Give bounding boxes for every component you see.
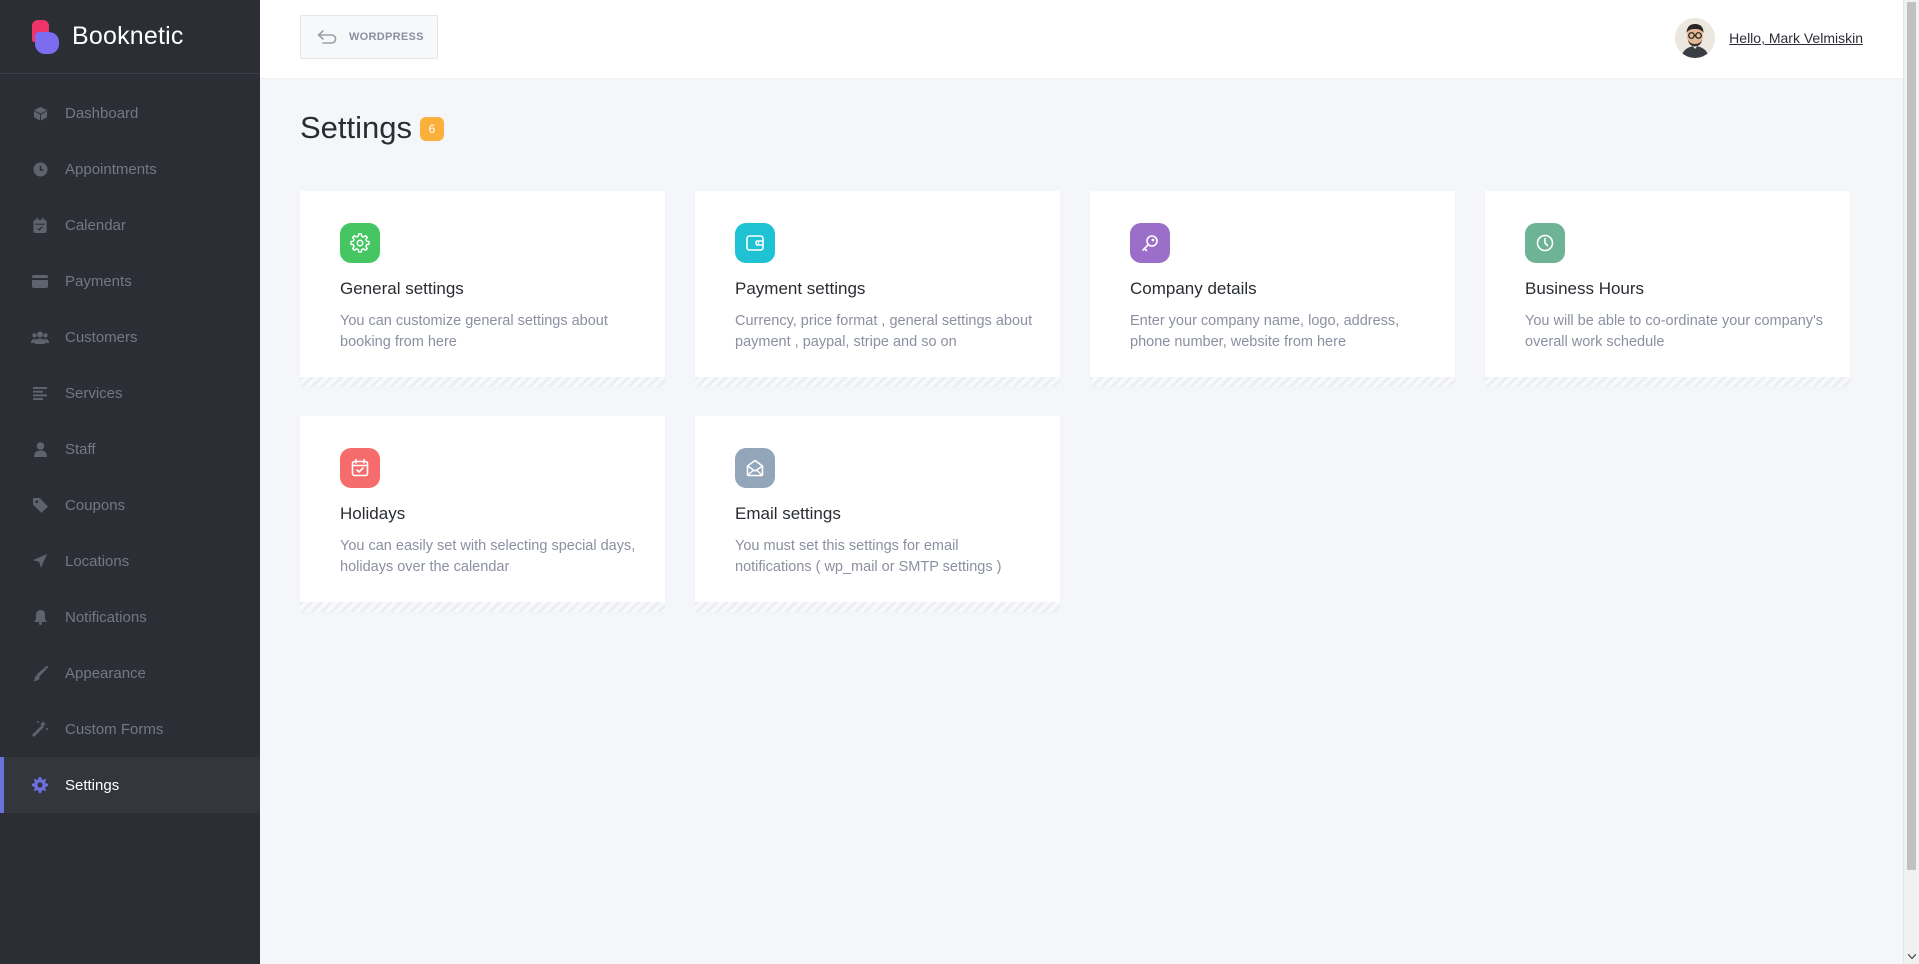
card-description: You can easily set with selecting specia…	[340, 538, 636, 575]
card-title: Company details	[1130, 279, 1257, 298]
topbar: WORDPRESS Hello, Mark Velmiskin	[260, 0, 1903, 79]
card-description: Enter your company name, logo, address, …	[1130, 313, 1400, 350]
sidebar: Booknetic Dashboard Appointments Calenda…	[0, 0, 260, 964]
tag-icon	[31, 496, 49, 514]
sidebar-item-label: Customers	[65, 328, 138, 346]
sidebar-item-label: Notifications	[65, 608, 147, 626]
sidebar-item-label: Calendar	[65, 216, 126, 234]
card-title: Business Hours	[1525, 279, 1645, 298]
wordpress-label: WORDPRESS	[349, 31, 424, 43]
vertical-scrollbar[interactable]	[1903, 0, 1919, 964]
sidebar-item-label: Settings	[65, 776, 120, 794]
page-header: Settings 6	[300, 110, 445, 146]
sidebar-item-notifications[interactable]: Notifications	[0, 589, 260, 645]
sidebar-item-appearance[interactable]: Appearance	[0, 645, 260, 701]
page-title: Settings 6	[300, 110, 445, 146]
gear-icon	[31, 776, 49, 794]
sidebar-item-label: Dashboard	[65, 104, 139, 122]
user-greeting[interactable]: Hello, Mark Velmiskin	[1729, 30, 1863, 46]
wallet-icon	[735, 223, 775, 263]
clock-icon	[1525, 223, 1565, 263]
card-description: You can customize general settings about…	[340, 313, 608, 350]
clock-icon	[31, 160, 49, 178]
scroll-down-icon[interactable]	[1904, 948, 1919, 964]
booknetic-logo	[32, 19, 60, 54]
sidebar-item-locations[interactable]: Locations	[0, 533, 260, 589]
sidebar-item-label: Staff	[65, 440, 96, 458]
sidebar-item-services[interactable]: Services	[0, 365, 260, 421]
magic-wand-icon	[31, 720, 49, 738]
card-holidays[interactable]: Holidays You can easily set with selecti…	[300, 416, 665, 612]
sidebar-menu: Dashboard Appointments Calendar Payments…	[0, 85, 260, 813]
sidebar-item-dashboard[interactable]: Dashboard	[0, 85, 260, 141]
sidebar-item-staff[interactable]: Staff	[0, 421, 260, 477]
card-business-hours[interactable]: Business Hours You will be able to co-or…	[1485, 191, 1850, 387]
gear-icon	[340, 223, 380, 263]
card-icon	[31, 272, 49, 290]
users-icon	[31, 328, 49, 346]
sidebar-item-settings[interactable]: Settings	[0, 757, 260, 813]
cube-icon	[31, 104, 49, 122]
back-to-wordpress-button[interactable]: WORDPRESS	[300, 15, 438, 59]
sidebar-item-payments[interactable]: Payments	[0, 253, 260, 309]
scrollbar-thumb[interactable]	[1907, 2, 1916, 870]
calendar-check-icon	[340, 448, 380, 488]
card-title: Email settings	[735, 504, 841, 523]
bell-icon	[31, 608, 49, 626]
card-payment-settings[interactable]: Payment settings Currency, price format …	[695, 191, 1060, 387]
brand[interactable]: Booknetic	[0, 0, 260, 74]
avatar[interactable]	[1675, 18, 1716, 58]
sidebar-item-appointments[interactable]: Appointments	[0, 141, 260, 197]
sidebar-item-customers[interactable]: Customers	[0, 309, 260, 365]
sidebar-item-label: Appointments	[65, 160, 157, 178]
user-menu[interactable]: Hello, Mark Velmiskin	[1675, 18, 1863, 58]
card-description: Currency, price format , general setting…	[735, 313, 1033, 350]
sidebar-item-calendar[interactable]: Calendar	[0, 197, 260, 253]
card-company-details[interactable]: Company details Enter your company name,…	[1090, 191, 1455, 387]
sidebar-item-label: Payments	[65, 272, 132, 290]
card-email-settings[interactable]: Email settings You must set this setting…	[695, 416, 1060, 612]
card-title: Holidays	[340, 504, 406, 523]
location-arrow-icon	[31, 552, 49, 570]
brand-name: Booknetic	[72, 22, 184, 50]
page-title-text: Settings	[300, 110, 413, 145]
person-icon	[31, 440, 49, 458]
sidebar-item-coupons[interactable]: Coupons	[0, 477, 260, 533]
calendar-icon	[31, 216, 49, 234]
sidebar-item-label: Services	[65, 384, 123, 402]
key-icon	[1130, 223, 1170, 263]
count-badge: 6	[420, 117, 445, 141]
sidebar-item-custom-forms[interactable]: Custom Forms	[0, 701, 260, 757]
sidebar-item-label: Coupons	[65, 496, 126, 514]
sidebar-item-label: Appearance	[65, 664, 146, 682]
list-icon	[31, 384, 49, 402]
envelope-open-icon	[735, 448, 775, 488]
card-general-settings[interactable]: General settings You can customize gener…	[300, 191, 665, 387]
sidebar-item-label: Custom Forms	[65, 720, 164, 738]
back-arrow-icon	[317, 30, 337, 44]
card-description: You must set this settings for email not…	[735, 538, 1002, 575]
brush-icon	[31, 664, 49, 682]
card-title: Payment settings	[735, 279, 866, 298]
card-title: General settings	[340, 279, 464, 298]
card-description: You will be able to co-ordinate your com…	[1525, 313, 1824, 350]
sidebar-item-label: Locations	[65, 552, 130, 570]
